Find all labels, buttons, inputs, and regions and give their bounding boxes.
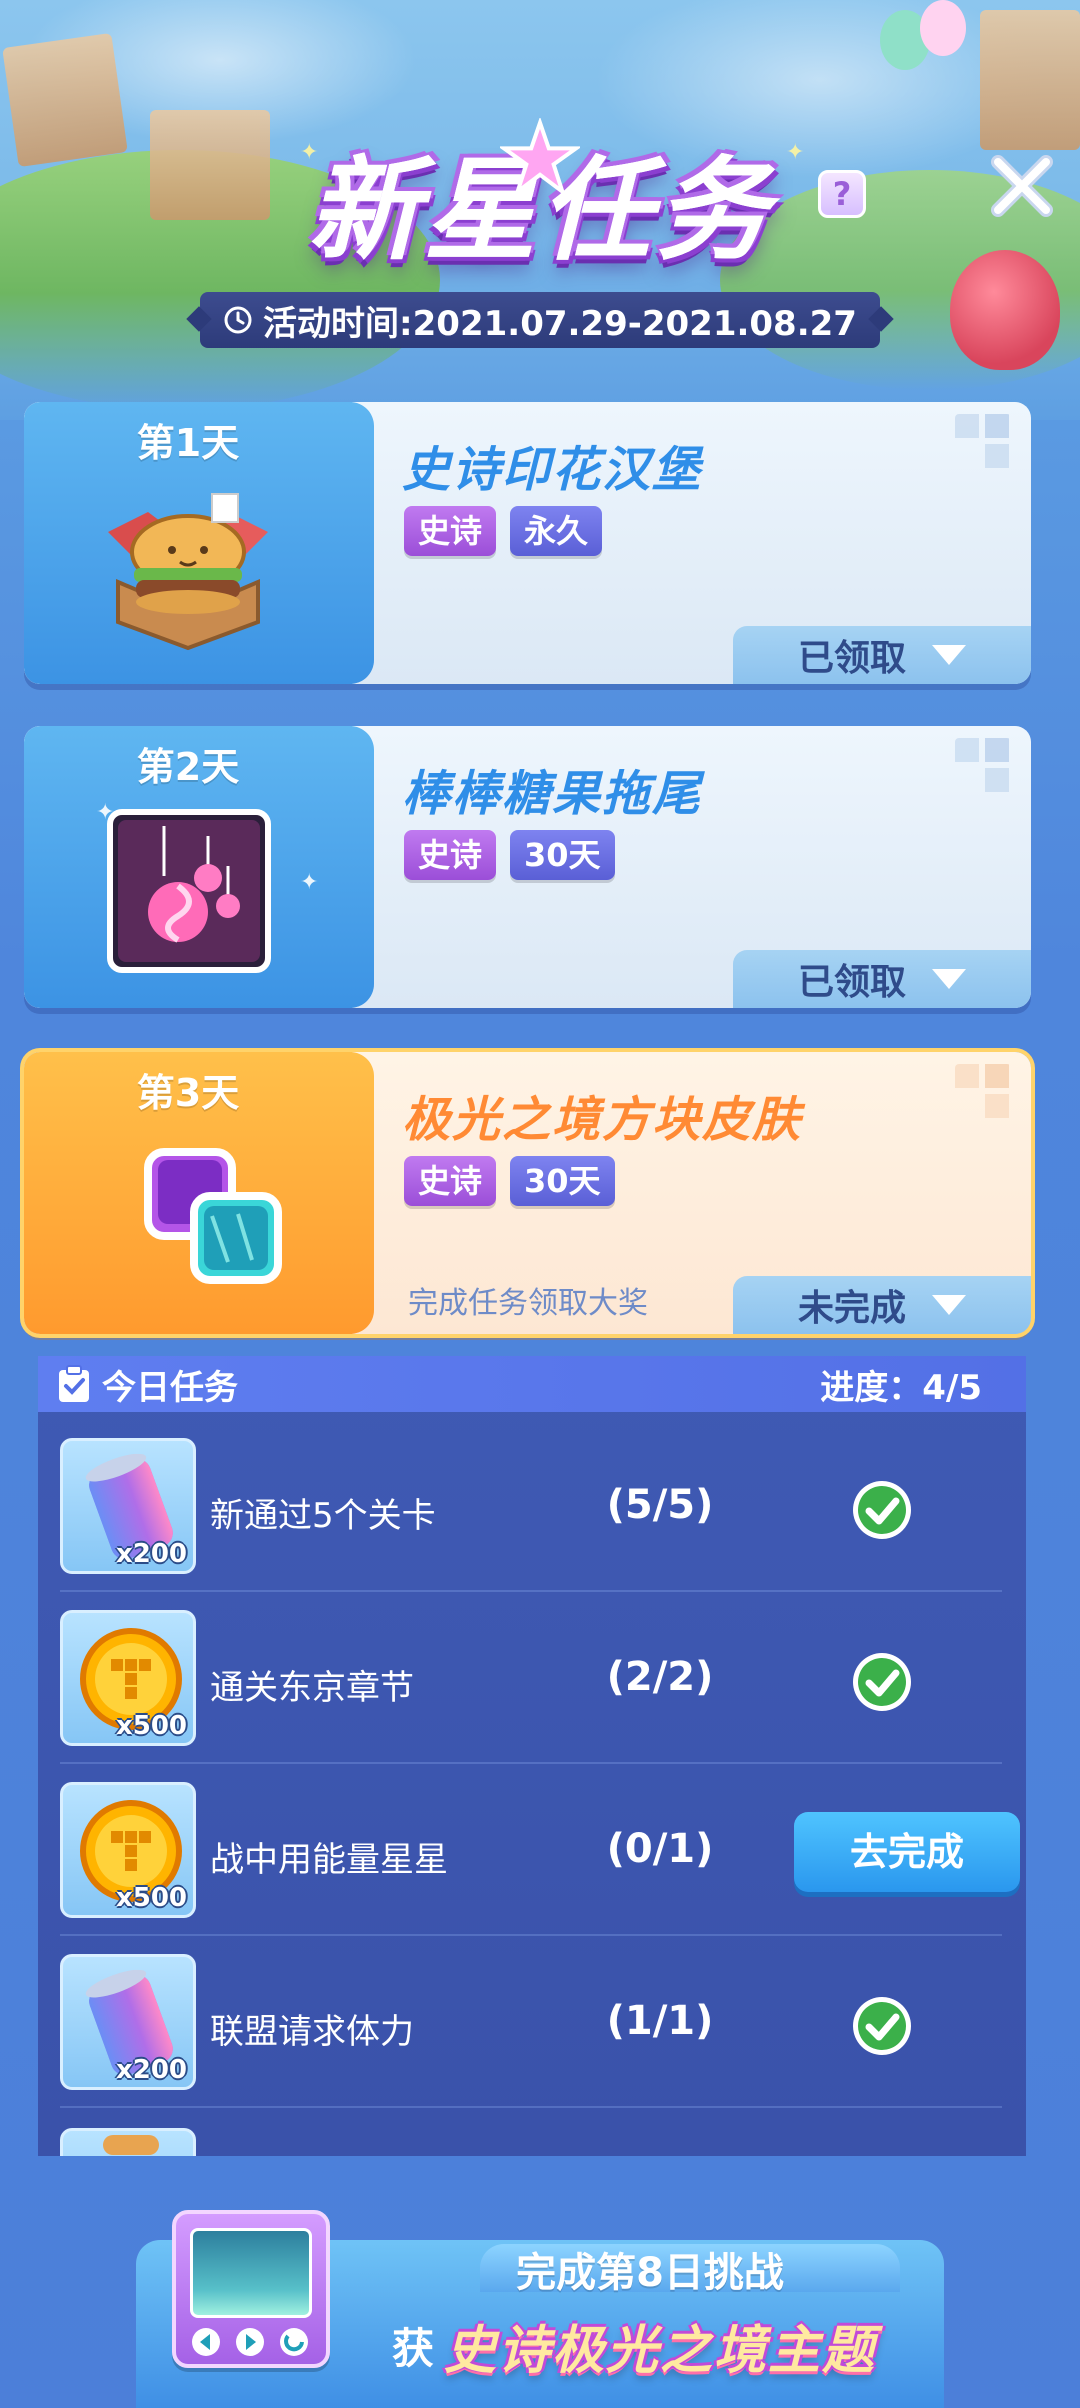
- task-progress-summary: 进度：4/5: [820, 1367, 982, 1408]
- status-button[interactable]: 未完成: [733, 1276, 1031, 1334]
- task-progress: (2/2): [606, 1654, 714, 1700]
- challenge-reward-name: 史诗极光之境主题: [444, 2321, 877, 2381]
- task-row: x500 通关东京章节 (2/2): [60, 1592, 1002, 1764]
- sparkle-icon: ✦: [300, 140, 319, 165]
- sparkle-icon: ✦: [786, 140, 805, 165]
- reward-item-icon: x500: [60, 1610, 196, 1746]
- corner-decoration: [955, 738, 1011, 794]
- reward-name: 极光之境方块皮肤: [402, 1092, 803, 1148]
- aurora-theme-preview: [190, 2228, 312, 2318]
- reward-tags: 史诗 30天: [404, 1156, 615, 1206]
- challenge-title: 完成第8日挑战: [516, 2250, 784, 2296]
- task-panel-title: 今日任务: [102, 1367, 238, 1408]
- task-progress: (1/1): [606, 1998, 714, 2044]
- aurora-theme-thumbnail: [172, 2210, 330, 2368]
- aurora-block-skin-icon: [144, 1148, 282, 1284]
- reward-name: 史诗印花汉堡: [402, 442, 703, 498]
- status-label: 未完成: [797, 1288, 906, 1329]
- sparkle-icon: ✦: [300, 870, 319, 895]
- reward-tags: 史诗 30天: [404, 830, 615, 880]
- task-progress: (5/5): [606, 1482, 714, 1528]
- rarity-tag: 史诗: [404, 830, 497, 880]
- day-label: 第2天: [136, 745, 240, 789]
- task-name: 通关东京章节: [210, 1668, 414, 1708]
- day-label: 第3天: [136, 1071, 240, 1115]
- day-card-3[interactable]: 第3天 极光之境方块皮肤 史诗 30天 完成任务领取大奖 未完成: [24, 1052, 1031, 1334]
- task-row: x200 新通过5个关卡 (5/5): [60, 1420, 1002, 1592]
- task-progress: (0/1): [606, 1826, 714, 1872]
- status-label: 已领取: [797, 962, 906, 1003]
- check-circle-icon: [853, 1997, 911, 2055]
- reward-item-icon: x200: [60, 1954, 196, 2090]
- theme-buttons-icon: [192, 2328, 308, 2356]
- close-icon[interactable]: [986, 150, 1058, 222]
- reward-item-icon: [60, 2128, 196, 2156]
- reward-item-icon: x200: [60, 1438, 196, 1574]
- clipboard-check-icon: [59, 1365, 89, 1402]
- reward-quantity: x200: [115, 1539, 187, 1569]
- daily-task-panel[interactable]: 今日任务 进度：4/5 x200 新通过5个关卡 (5/5) x500 通关东京…: [38, 1356, 1026, 2156]
- task-row: x500 战中用能量星星 (0/1) 去完成: [60, 1764, 1020, 1936]
- corner-decoration: [955, 1064, 1011, 1120]
- task-name: 新通过5个关卡: [210, 1496, 436, 1536]
- day-card-1[interactable]: 第1天 史诗印花汉堡 史诗 永久 已领取: [24, 402, 1031, 684]
- duration-tag: 30天: [510, 830, 615, 880]
- task-name: 联盟请求体力: [210, 2012, 414, 2052]
- duration-tag: 30天: [510, 1156, 615, 1206]
- chevron-down-icon: [932, 645, 966, 665]
- event-date-bar: 活动时间:2021.07.29-2021.08.27: [200, 292, 880, 348]
- task-panel-header: 今日任务 进度：4/5: [38, 1356, 1026, 1412]
- task-panel-title-group: 今日任务: [56, 1360, 238, 1409]
- status-label: 已领取: [797, 638, 906, 679]
- rarity-tag: 史诗: [404, 1156, 497, 1206]
- status-button[interactable]: 已领取: [733, 626, 1031, 684]
- reward-tags: 史诗 永久: [404, 506, 603, 556]
- corner-decoration: [955, 414, 1011, 470]
- event-date-label: 活动时间:2021.07.29-2021.08.27: [263, 303, 857, 344]
- chevron-down-icon: [932, 1295, 966, 1315]
- star-icon: [500, 118, 580, 197]
- check-circle-icon: [853, 1653, 911, 1711]
- clock-icon: [224, 306, 252, 334]
- help-button[interactable]: ?: [818, 170, 866, 218]
- go-complete-button[interactable]: 去完成: [794, 1812, 1020, 1892]
- duration-tag: 永久: [510, 506, 603, 556]
- candy-trail-icon: [107, 809, 271, 973]
- rarity-tag: 史诗: [404, 506, 497, 556]
- reward-quantity: x500: [115, 1711, 187, 1741]
- reward-item-icon: x500: [60, 1782, 196, 1918]
- day-label: 第1天: [136, 421, 240, 465]
- task-name: 战中用能量星星: [210, 1840, 448, 1880]
- challenge-reward: 获 史诗极光之境主题: [392, 2308, 876, 2383]
- reward-hint: 完成任务领取大奖: [408, 1286, 648, 1321]
- chevron-down-icon: [932, 969, 966, 989]
- status-button[interactable]: 已领取: [733, 950, 1031, 1008]
- check-circle-icon: [853, 1481, 911, 1539]
- day-card-2[interactable]: 第2天 棒棒糖果拖尾 史诗 30天 已领取: [24, 726, 1031, 1008]
- task-row: x200 联盟请求体力 (1/1): [60, 1936, 1002, 2108]
- hamburger-box-icon: [108, 493, 268, 651]
- reward-quantity: x500: [115, 1883, 187, 1913]
- reward-name: 棒棒糖果拖尾: [402, 766, 703, 822]
- reward-quantity: x200: [115, 2055, 187, 2085]
- balloon: [920, 0, 966, 56]
- challenge-reward-prefix: 获: [392, 2324, 435, 2373]
